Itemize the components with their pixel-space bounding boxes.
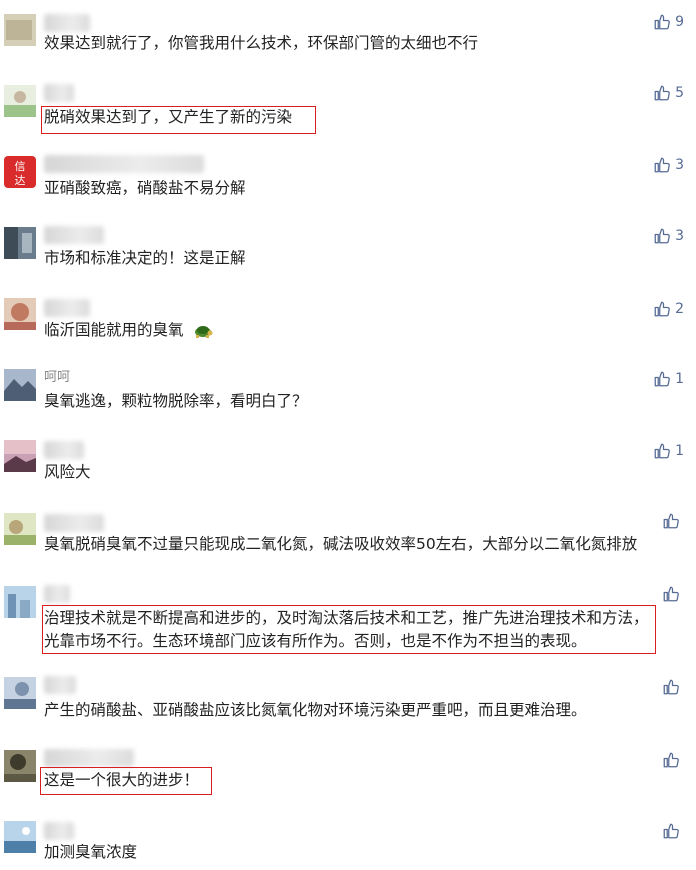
commenter-name[interactable] bbox=[44, 226, 104, 244]
thumbs-up-icon bbox=[663, 752, 679, 768]
avatar[interactable] bbox=[4, 750, 36, 782]
comment-text: 风险大 bbox=[44, 463, 91, 481]
thumbs-up-icon bbox=[663, 513, 679, 529]
avatar[interactable] bbox=[4, 227, 36, 259]
comment-text: 治理技术就是不断提高和进步的，及时淘汰落后技术和工艺，推广先进治理技术和方法，光… bbox=[44, 609, 649, 650]
comment-text: 亚硝酸致癌，硝酸盐不易分解 bbox=[44, 179, 246, 197]
thumbs-up-icon bbox=[654, 85, 670, 101]
avatar[interactable]: 信达 bbox=[4, 156, 36, 188]
comment-text: 臭氧脱硝臭氧不过量只能现成二氧化氮，碱法吸收效率50左右，大部分以二氧化氮排放 bbox=[44, 535, 638, 553]
commenter-name[interactable] bbox=[44, 84, 74, 102]
like-count: 1 bbox=[675, 443, 684, 459]
like-button[interactable] bbox=[662, 677, 684, 697]
avatar[interactable] bbox=[4, 85, 36, 117]
thumbs-up-icon bbox=[663, 679, 679, 695]
avatar[interactable] bbox=[4, 14, 36, 46]
like-button[interactable]: 9 bbox=[653, 12, 684, 32]
like-count: 2 bbox=[675, 301, 684, 317]
like-button[interactable] bbox=[662, 511, 684, 531]
commenter-name[interactable] bbox=[44, 441, 84, 459]
comment-text: 效果达到就行了，你管我用什么技术，环保部门管的太细也不行 bbox=[44, 34, 479, 52]
avatar[interactable] bbox=[4, 369, 36, 401]
thumbs-up-icon bbox=[654, 443, 670, 459]
like-count: 9 bbox=[675, 14, 684, 30]
avatar[interactable] bbox=[4, 586, 36, 618]
commenter-name[interactable] bbox=[44, 676, 76, 694]
commenter-name[interactable] bbox=[44, 585, 70, 603]
like-button[interactable]: 2 bbox=[653, 299, 684, 319]
commenter-name[interactable] bbox=[44, 514, 104, 532]
like-button[interactable] bbox=[662, 821, 684, 841]
like-count: 3 bbox=[675, 228, 684, 244]
svg-text:信: 信 bbox=[15, 160, 26, 173]
commenter-name[interactable] bbox=[44, 749, 134, 767]
thumbs-up-icon bbox=[654, 371, 670, 387]
avatar[interactable] bbox=[4, 821, 36, 853]
like-button[interactable]: 1 bbox=[653, 441, 684, 461]
thumbs-up-icon bbox=[654, 157, 670, 173]
avatar[interactable] bbox=[4, 298, 36, 330]
comment-text: 这是一个很大的进步！ bbox=[44, 771, 200, 789]
comment-text: 加测臭氧浓度 bbox=[44, 843, 138, 861]
commenter-name[interactable] bbox=[44, 155, 204, 173]
thumbs-up-icon bbox=[663, 823, 679, 839]
thumbs-up-icon bbox=[654, 14, 670, 30]
thumbs-up-icon bbox=[663, 586, 679, 602]
like-button[interactable] bbox=[662, 584, 684, 604]
avatar[interactable] bbox=[4, 513, 36, 545]
svg-text:达: 达 bbox=[15, 174, 26, 187]
like-button[interactable]: 1 bbox=[653, 369, 684, 389]
like-button[interactable]: 3 bbox=[653, 155, 684, 175]
turtle-emoji-icon bbox=[195, 326, 213, 338]
comment-text: 臭氧逃逸，颗粒物脱除率，看明白了？ bbox=[44, 392, 308, 410]
commenter-name[interactable] bbox=[44, 822, 74, 840]
avatar[interactable] bbox=[4, 677, 36, 709]
like-count: 1 bbox=[675, 371, 684, 387]
like-button[interactable] bbox=[662, 750, 684, 770]
like-count: 3 bbox=[675, 157, 684, 173]
comment-text: 产生的硝酸盐、亚硝酸盐应该比氮氧化物对环境污染更严重吧，而且更难治理。 bbox=[44, 701, 587, 719]
like-button[interactable]: 3 bbox=[653, 226, 684, 246]
commenter-name[interactable] bbox=[44, 14, 90, 32]
comment-text: 临沂国能就用的臭氧 bbox=[44, 321, 184, 339]
commenter-name[interactable]: 呵呵 bbox=[44, 369, 70, 387]
avatar[interactable] bbox=[4, 440, 36, 472]
like-count: 5 bbox=[675, 85, 684, 101]
comment-text: 市场和标准决定的！这是正解 bbox=[44, 249, 246, 267]
thumbs-up-icon bbox=[654, 301, 670, 317]
comment-text: 脱硝效果达到了，又产生了新的污染 bbox=[44, 108, 293, 126]
thumbs-up-icon bbox=[654, 228, 670, 244]
like-button[interactable]: 5 bbox=[653, 83, 684, 103]
commenter-name[interactable] bbox=[44, 299, 90, 317]
